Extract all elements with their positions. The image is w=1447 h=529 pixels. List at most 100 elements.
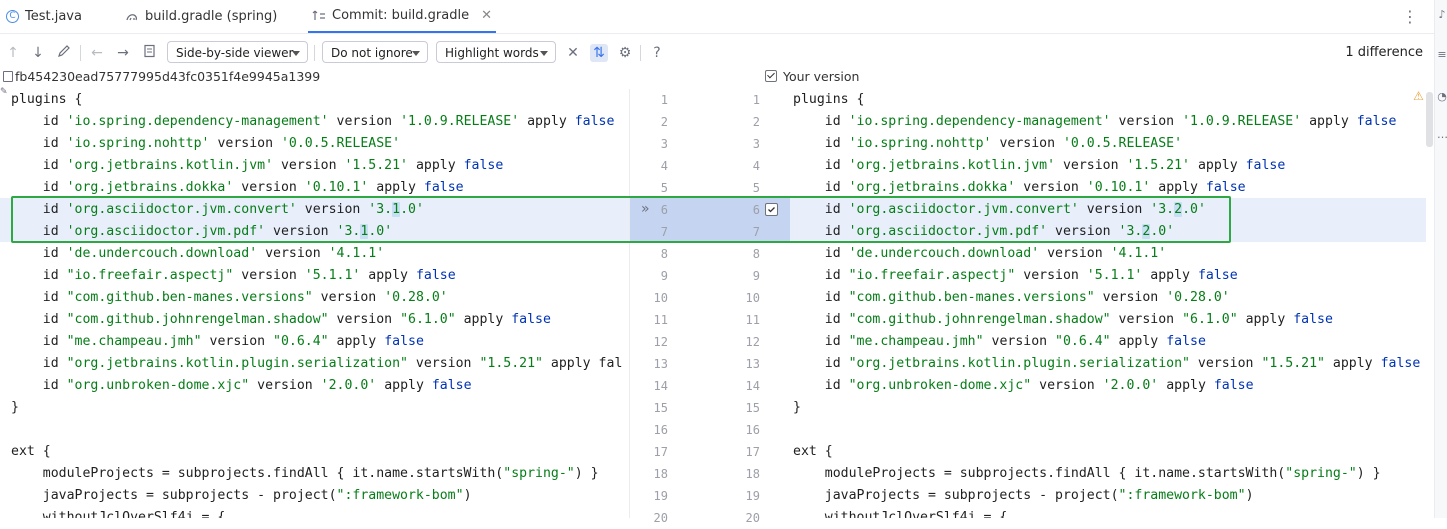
code-line: withoutJclOverSlf4j = { bbox=[11, 510, 226, 518]
help-icon[interactable]: ? bbox=[648, 44, 666, 62]
toolbar-separator bbox=[640, 45, 641, 61]
left-line-number: 12 bbox=[653, 335, 668, 349]
code-line: id 'org.jetbrains.kotlin.jvm' version '1… bbox=[11, 158, 504, 173]
code-line: id "com.github.johnrengelman.shadow" ver… bbox=[11, 312, 551, 327]
right-pane-header: Your version bbox=[765, 69, 859, 85]
left-line-number: 17 bbox=[653, 445, 668, 459]
previous-difference-icon[interactable]: ↑ bbox=[4, 44, 22, 62]
code-line: id 'io.spring.dependency-management' ver… bbox=[793, 114, 1397, 129]
sync-scroll-icon[interactable]: ⇅ bbox=[590, 44, 608, 62]
whitespace-ignore-dropdown[interactable]: Do not ignore bbox=[322, 41, 428, 63]
code-line: } bbox=[793, 400, 801, 415]
code-line: id "org.unbroken-dome.xjc" version '2.0.… bbox=[11, 378, 472, 393]
code-line: id "io.freefair.aspectj" version '5.1.1'… bbox=[11, 268, 456, 283]
right-line-number: 14 bbox=[745, 379, 760, 393]
gradle-tool-icon[interactable]: ◔ bbox=[1437, 90, 1447, 104]
code-line: } bbox=[11, 400, 19, 415]
right-version-label: Your version bbox=[783, 69, 860, 84]
right-line-number: 10 bbox=[745, 291, 760, 305]
left-pane-header: fb454230ead75777995d43fc0351f4e9945a1399 bbox=[0, 69, 320, 85]
left-line-number: 15 bbox=[653, 401, 668, 415]
code-line: id 'de.undercouch.download' version '4.1… bbox=[11, 246, 385, 261]
tab-label: Test.java bbox=[25, 9, 82, 24]
edit-pencil-icon[interactable] bbox=[55, 44, 73, 62]
right-line-number: 8 bbox=[752, 247, 760, 261]
right-line-number: 3 bbox=[752, 137, 760, 151]
more-options-icon[interactable]: ⋮ bbox=[1402, 7, 1418, 26]
file-list-icon[interactable] bbox=[141, 44, 159, 62]
right-line-number: 16 bbox=[745, 423, 760, 437]
code-line: moduleProjects = subprojects.findAll { i… bbox=[793, 466, 1381, 481]
vertical-scrollbar[interactable] bbox=[1426, 92, 1433, 147]
code-line: javaProjects = subprojects - project(":f… bbox=[793, 488, 1254, 503]
more-tools-icon[interactable]: … bbox=[1437, 128, 1447, 142]
code-line: ext { bbox=[793, 444, 833, 459]
back-arrow-icon[interactable]: ← bbox=[88, 44, 106, 62]
left-code-pane[interactable]: plugins { id 'io.spring.dependency-manag… bbox=[11, 89, 628, 518]
left-line-number: 20 bbox=[653, 511, 668, 525]
code-line: moduleProjects = subprojects.findAll { i… bbox=[11, 466, 599, 481]
code-line: id "me.champeau.jmh" version "0.6.4" app… bbox=[11, 334, 424, 349]
class-c-icon: C bbox=[6, 10, 19, 23]
database-icon[interactable]: ≡ bbox=[1437, 48, 1447, 62]
difference-count: 1 difference bbox=[1345, 45, 1423, 60]
right-line-number: 12 bbox=[745, 335, 760, 349]
code-line: id 'org.jetbrains.kotlin.jvm' version '1… bbox=[793, 158, 1286, 173]
tab-label: build.gradle (spring) bbox=[145, 9, 278, 24]
right-line-number: 17 bbox=[745, 445, 760, 459]
lock-icon bbox=[3, 71, 13, 82]
left-line-number: 1 bbox=[660, 93, 668, 107]
code-line: id 'de.undercouch.download' version '4.1… bbox=[793, 246, 1167, 261]
right-line-number: 11 bbox=[745, 313, 760, 327]
toolbar-separator bbox=[314, 45, 315, 61]
right-line-number: 2 bbox=[752, 115, 760, 129]
left-line-number: 10 bbox=[653, 291, 668, 305]
code-line: plugins { bbox=[11, 92, 83, 107]
right-tool-strip: ♪ ≡ ◔ … bbox=[1434, 0, 1447, 518]
code-line: id "org.jetbrains.kotlin.plugin.serializ… bbox=[11, 356, 623, 371]
right-line-number: 18 bbox=[745, 467, 760, 481]
tab-build-gradle-spring[interactable]: build.gradle (spring) bbox=[125, 0, 277, 33]
viewer-mode-dropdown[interactable]: Side-by-side viewer bbox=[167, 41, 308, 63]
left-line-number: 14 bbox=[653, 379, 668, 393]
include-changes-checkbox[interactable] bbox=[765, 70, 777, 82]
left-line-number: 9 bbox=[660, 269, 668, 283]
code-line: id "com.github.johnrengelman.shadow" ver… bbox=[793, 312, 1333, 327]
code-line: id "org.unbroken-dome.xjc" version '2.0.… bbox=[793, 378, 1254, 393]
tab-test-java[interactable]: C Test.java bbox=[6, 0, 82, 33]
modified-marker-icon: ✎ bbox=[0, 87, 8, 97]
warning-icon[interactable]: ⚠ bbox=[1412, 90, 1425, 103]
next-difference-icon[interactable]: ↓ bbox=[29, 44, 47, 62]
toolbar-separator bbox=[80, 45, 81, 61]
code-line: id "com.github.ben-manes.versions" versi… bbox=[11, 290, 448, 305]
gradle-icon bbox=[125, 10, 139, 24]
right-code-pane[interactable]: plugins { id 'io.spring.dependency-manag… bbox=[793, 89, 1425, 518]
code-line: id "io.freefair.aspectj" version '5.1.1'… bbox=[793, 268, 1238, 283]
right-line-number: 1 bbox=[752, 93, 760, 107]
close-icon[interactable]: ✕ bbox=[481, 8, 492, 23]
forward-arrow-icon[interactable]: → bbox=[114, 44, 132, 62]
right-line-number: 20 bbox=[745, 511, 760, 525]
right-line-number: 4 bbox=[752, 159, 760, 173]
left-line-number: 8 bbox=[660, 247, 668, 261]
gear-icon[interactable]: ⚙ bbox=[616, 44, 634, 62]
code-line: id 'io.spring.dependency-management' ver… bbox=[11, 114, 615, 129]
left-line-number: 11 bbox=[653, 313, 668, 327]
code-line: id 'io.spring.nohttp' version '0.0.5.REL… bbox=[793, 136, 1183, 151]
diff-toolbar: ↑ ↓ ← → Side-by-side viewer Do not ignor… bbox=[0, 36, 1447, 70]
left-line-number: 16 bbox=[653, 423, 668, 437]
code-line: withoutJclOverSlf4j = { bbox=[793, 510, 1008, 518]
code-line: id "org.jetbrains.kotlin.plugin.serializ… bbox=[793, 356, 1421, 371]
left-line-number: 19 bbox=[653, 489, 668, 503]
code-line: id "me.champeau.jmh" version "0.6.4" app… bbox=[793, 334, 1206, 349]
collapse-unchanged-icon[interactable]: ✕ bbox=[564, 44, 582, 62]
tab-commit-build-gradle[interactable]: Commit: build.gradle ✕ bbox=[308, 0, 497, 33]
code-line: ext { bbox=[11, 444, 51, 459]
code-line: plugins { bbox=[793, 92, 865, 107]
left-revision-hash: fb454230ead75777995d43fc0351f4e9945a1399 bbox=[15, 69, 321, 84]
highlight-mode-dropdown[interactable]: Highlight words bbox=[436, 41, 556, 63]
tab-label: Commit: build.gradle bbox=[332, 8, 470, 23]
left-line-number: 4 bbox=[660, 159, 668, 173]
code-line: id "com.github.ben-manes.versions" versi… bbox=[793, 290, 1230, 305]
notifications-icon[interactable]: ♪ bbox=[1437, 8, 1447, 22]
